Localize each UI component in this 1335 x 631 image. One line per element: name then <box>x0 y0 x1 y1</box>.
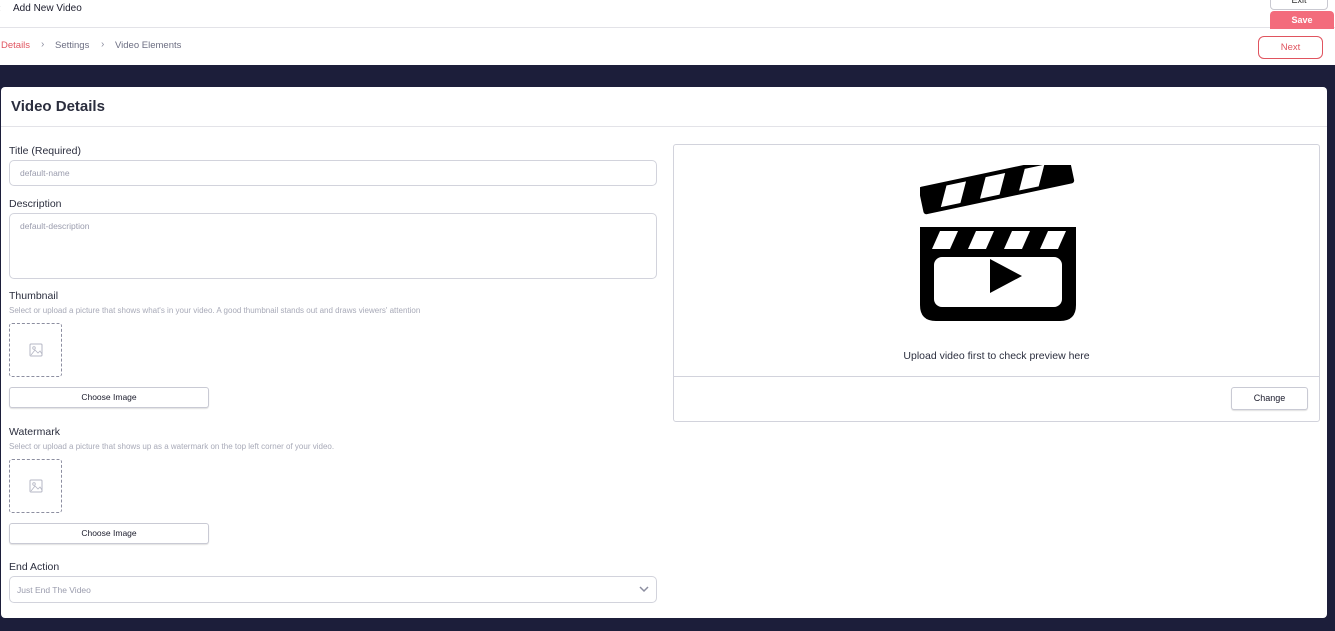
card-header: Video Details <box>1 87 1327 127</box>
end-action-value: Just End The Video <box>17 585 91 595</box>
thumbnail-label: Thumbnail <box>9 290 59 302</box>
description-textarea[interactable]: default-description <box>9 213 657 279</box>
title-label: Title (Required) <box>9 145 81 157</box>
image-icon <box>29 343 43 357</box>
preview-message: Upload video first to check preview here <box>903 350 1090 362</box>
page-title: Add New Video <box>13 3 82 14</box>
thumbnail-preview[interactable] <box>9 323 62 377</box>
end-action-select[interactable]: Just End The Video <box>9 576 657 603</box>
back-icon[interactable]: ‹ <box>0 3 1 15</box>
watermark-label: Watermark <box>9 426 60 438</box>
title-input[interactable]: default-name <box>9 160 657 186</box>
image-icon <box>29 479 43 493</box>
clapperboard-icon <box>920 165 1076 321</box>
breadcrumb: Details › Settings › Video Elements Next <box>0 29 1335 65</box>
breadcrumb-item-video-elements[interactable]: Video Elements <box>115 40 181 51</box>
breadcrumb-item-details[interactable]: Details <box>1 40 30 51</box>
card-title: Video Details <box>11 98 105 115</box>
video-preview-panel: Upload video first to check preview here… <box>673 144 1320 422</box>
chevron-down-icon <box>639 586 649 593</box>
thumbnail-hint: Select or upload a picture that shows wh… <box>9 306 421 315</box>
watermark-preview[interactable] <box>9 459 62 513</box>
breadcrumb-item-settings[interactable]: Settings <box>55 40 89 51</box>
top-bar: ‹ Add New Video Exit Save <box>0 0 1335 30</box>
change-button[interactable]: Change <box>1231 387 1308 410</box>
next-button[interactable]: Next <box>1258 36 1323 59</box>
save-button[interactable]: Save <box>1270 11 1334 30</box>
chevron-right-icon: › <box>101 39 105 50</box>
watermark-choose-image-button[interactable]: Choose Image <box>9 523 209 544</box>
chevron-right-icon: › <box>41 39 45 50</box>
exit-button[interactable]: Exit <box>1270 0 1328 10</box>
description-label: Description <box>9 198 62 210</box>
watermark-hint: Select or upload a picture that shows up… <box>9 442 335 451</box>
thumbnail-choose-image-button[interactable]: Choose Image <box>9 387 209 408</box>
end-action-label: End Action <box>9 561 60 573</box>
video-details-card: Video Details Title (Required) default-n… <box>1 87 1327 618</box>
preview-divider <box>674 376 1319 377</box>
